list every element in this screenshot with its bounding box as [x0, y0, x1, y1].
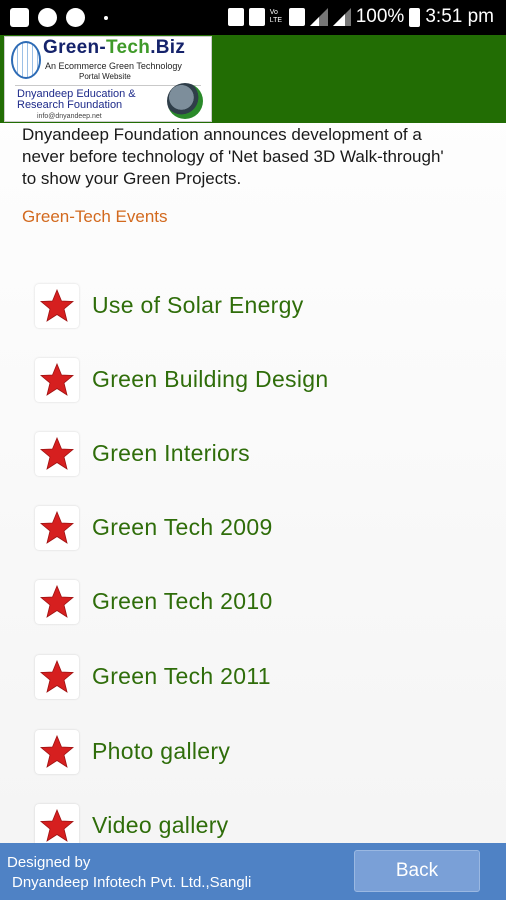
menu-item-green-tech-2009[interactable]: Green Tech 2009: [35, 506, 475, 552]
battery-icon: [409, 7, 421, 27]
data-saver-icon: [288, 8, 305, 26]
logo-title-tech: Tech: [106, 37, 151, 58]
green-tech-logo[interactable]: Green-Tech.Biz An Ecommerce Green Techno…: [4, 36, 212, 122]
app-header: Green-Tech.Biz An Ecommerce Green Techno…: [0, 35, 506, 123]
menu-item-label: Green Building Design: [92, 366, 329, 392]
logo-title: Green-Tech.Biz: [43, 37, 185, 59]
logo-subtitle-1: An Ecommerce Green Technology: [45, 61, 182, 71]
footer-designed-by: Designed by: [7, 854, 91, 871]
footer-company: Dnyandeep Infotech Pvt. Ltd.,Sangli: [12, 874, 252, 891]
logo-title-end: .Biz: [150, 37, 186, 58]
menu-item-green-building-design[interactable]: Green Building Design: [35, 358, 475, 404]
gallery-icon: [10, 8, 29, 27]
menu-item-label: Use of Solar Energy: [92, 292, 304, 318]
footer-bar: Designed by Dnyandeep Infotech Pvt. Ltd.…: [0, 843, 506, 900]
menu-item-green-tech-2010[interactable]: Green Tech 2010: [35, 580, 475, 626]
intro-line-2: never before technology of 'Net based 3D…: [22, 147, 444, 166]
status-right-icons: Vo LTE 100% 3:51 pm: [227, 6, 494, 28]
notification-dot-icon: [104, 15, 108, 20]
star-icon: [35, 432, 79, 476]
star-icon: [35, 580, 79, 624]
menu-item-green-tech-2011[interactable]: Green Tech 2011: [35, 655, 475, 701]
status-bar: Vo LTE 100% 3:51 pm: [0, 0, 506, 35]
check-circle-icon: [38, 8, 57, 27]
menu-item-photo-gallery[interactable]: Photo gallery: [35, 730, 475, 776]
logo-title-main: Green-: [43, 37, 107, 58]
signal-icon-2: [332, 8, 351, 26]
clock-time: 3:51 pm: [425, 6, 494, 27]
logo-subtitle-2: Portal Website: [79, 72, 131, 81]
menu-item-label: Green Tech 2010: [92, 588, 273, 614]
star-icon: [35, 804, 79, 848]
green-tech-events-link[interactable]: Green-Tech Events: [22, 207, 168, 227]
star-icon: [35, 284, 79, 328]
menu-item-green-interiors[interactable]: Green Interiors: [35, 432, 475, 478]
signal-icon-1: [309, 8, 328, 26]
speed-icon: [66, 8, 85, 27]
star-icon: [35, 730, 79, 774]
intro-text: Dnyandeep Foundation announces developme…: [22, 124, 502, 190]
alarm-icon: [227, 8, 244, 26]
recycle-globe-icon: [167, 83, 203, 119]
globe-icon: [11, 41, 41, 79]
menu-item-label: Photo gallery: [92, 738, 231, 764]
logo-email: info@dnyandeep.net: [37, 113, 102, 120]
logo-foundation-line2: Research Foundation: [17, 99, 123, 111]
menu-item-label: Video gallery: [92, 812, 229, 838]
intro-line-1: Dnyandeep Foundation announces developme…: [22, 125, 422, 144]
settings-icon: [248, 8, 265, 26]
star-icon: [35, 655, 79, 699]
battery-percent: 100%: [355, 6, 405, 27]
menu-item-label: Green Tech 2011: [92, 663, 271, 689]
menu-item-solar-energy[interactable]: Use of Solar Energy: [35, 284, 475, 330]
intro-line-3: to show your Green Projects.: [22, 169, 242, 188]
star-icon: [35, 358, 79, 402]
star-icon: [35, 506, 79, 550]
back-button[interactable]: Back: [354, 850, 480, 892]
menu-item-label: Green Tech 2009: [92, 514, 273, 540]
status-left-icons: [10, 8, 108, 27]
volte-icon: Vo LTE: [269, 9, 283, 24]
menu-item-label: Green Interiors: [92, 440, 250, 466]
